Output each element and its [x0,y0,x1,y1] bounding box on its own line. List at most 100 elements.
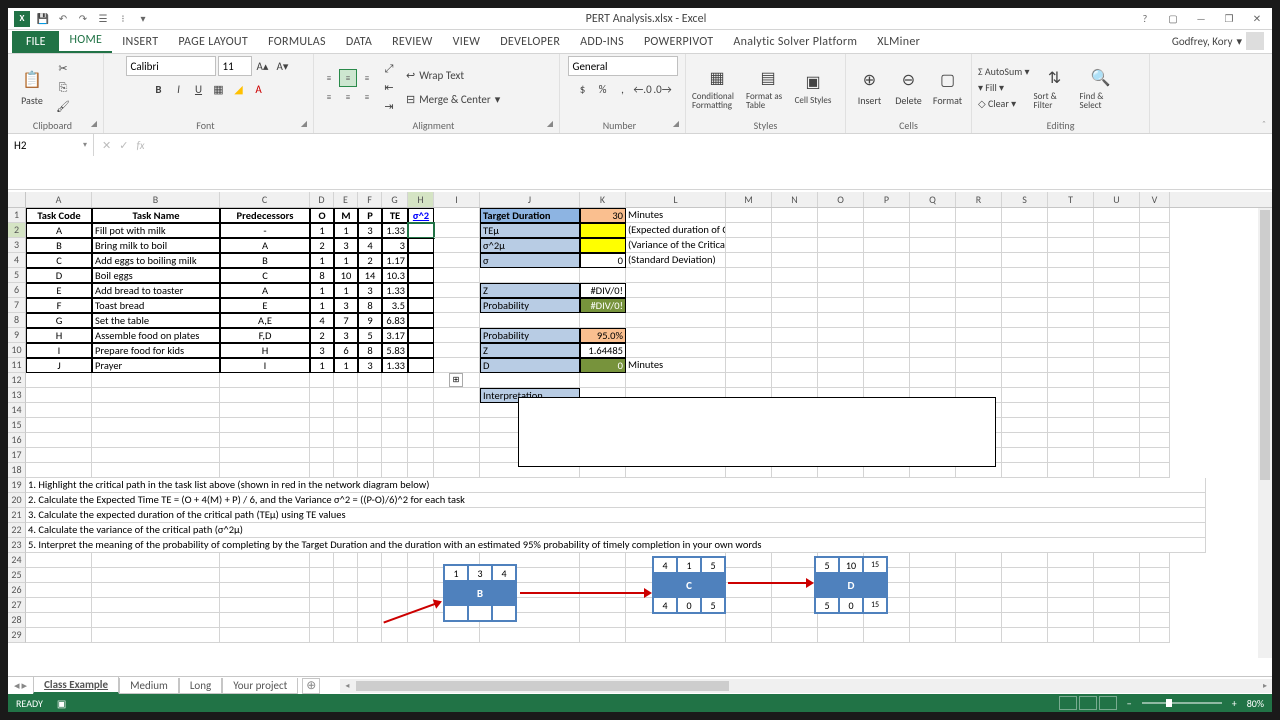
cell[interactable]: 0 [580,358,626,373]
cell[interactable] [26,628,92,643]
cell[interactable] [1140,418,1170,433]
cell[interactable] [772,283,818,298]
cell[interactable] [1048,253,1094,268]
tab-powerpivot[interactable]: POWERPIVOT [634,31,723,53]
column-header[interactable]: I [434,192,480,207]
cell[interactable]: 1. Highlight the critical path in the ta… [26,478,1206,493]
cell[interactable] [1048,208,1094,223]
cell[interactable] [772,553,818,568]
cell[interactable] [626,283,726,298]
cell[interactable] [434,343,480,358]
cell[interactable] [310,388,334,403]
column-header[interactable]: F [358,192,382,207]
cell[interactable] [434,283,480,298]
cell[interactable] [1140,298,1170,313]
minimize-icon[interactable]: — [1192,12,1210,26]
alignment-grid[interactable]: ≡≡≡ ≡≡≡ [320,69,376,106]
cell[interactable] [864,268,910,283]
cell[interactable] [1002,373,1048,388]
zoom-slider[interactable] [1142,702,1222,704]
italic-button[interactable]: I [170,80,188,98]
cell[interactable] [358,403,382,418]
cell[interactable] [726,598,772,613]
cell[interactable] [956,298,1002,313]
column-header[interactable]: J [480,192,580,207]
sort-filter-button[interactable]: ⇅Sort & Filter [1034,60,1076,116]
cell[interactable] [726,268,772,283]
cell[interactable] [772,328,818,343]
new-sheet-button[interactable]: ⊕ [302,678,320,694]
font-color-icon[interactable]: A [250,80,268,98]
cell[interactable]: 10.3 [382,268,408,283]
row-header[interactable]: 5 [8,268,26,283]
cell[interactable] [818,253,864,268]
cell[interactable] [772,313,818,328]
cell[interactable]: F [26,298,92,313]
row-header[interactable]: 6 [8,283,26,298]
cell[interactable]: Z [480,343,580,358]
cell[interactable] [1094,268,1140,283]
cell[interactable] [1094,373,1140,388]
cell[interactable] [358,553,382,568]
cell[interactable]: 1 [334,223,358,238]
cell[interactable] [1140,223,1170,238]
cell[interactable] [358,583,382,598]
cell[interactable] [726,553,772,568]
cell[interactable] [1002,628,1048,643]
cell[interactable] [334,598,358,613]
cell[interactable] [92,373,220,388]
cell[interactable] [334,418,358,433]
cell[interactable] [864,628,910,643]
cell[interactable]: E [26,283,92,298]
column-header[interactable]: C [220,192,310,207]
cell[interactable]: G [26,313,92,328]
zoom-level[interactable]: 80% [1247,697,1264,710]
cell[interactable] [26,403,92,418]
cell[interactable] [818,613,864,628]
cell[interactable] [434,298,480,313]
cell[interactable] [382,448,408,463]
cell[interactable] [1048,433,1094,448]
cell[interactable] [726,283,772,298]
cell[interactable] [726,583,772,598]
cell[interactable] [1048,223,1094,238]
cell[interactable]: Minutes [626,208,726,223]
cell[interactable] [772,613,818,628]
cell[interactable]: 30 [580,208,626,223]
cell-styles-button[interactable]: ▣Cell Styles [794,60,832,116]
cell[interactable] [1002,298,1048,313]
cell[interactable] [910,253,956,268]
cell[interactable] [772,373,818,388]
cell[interactable] [910,613,956,628]
cell[interactable] [910,328,956,343]
restore-icon[interactable]: ❐ [1220,12,1238,26]
cell[interactable] [956,373,1002,388]
cell[interactable]: Prayer [92,358,220,373]
decrease-decimal-icon[interactable]: .0→ [654,80,672,98]
column-header[interactable]: D [310,192,334,207]
cell[interactable]: 2 [358,253,382,268]
help-icon[interactable]: ? [1136,12,1154,26]
cell[interactable] [772,298,818,313]
cell[interactable] [92,628,220,643]
cell[interactable] [626,628,726,643]
column-header[interactable]: A [26,192,92,207]
cell[interactable] [956,583,1002,598]
cell[interactable] [580,223,626,238]
paste-button[interactable]: 📋Paste [14,60,50,116]
cell[interactable] [382,628,408,643]
cell[interactable]: Assemble food on plates [92,328,220,343]
undo-icon[interactable]: ↶ [56,12,70,26]
cell[interactable] [626,343,726,358]
cell[interactable] [1094,418,1140,433]
cell[interactable] [956,208,1002,223]
cell[interactable] [1002,553,1048,568]
cell[interactable] [818,328,864,343]
cell[interactable] [1002,448,1048,463]
cell[interactable] [1048,388,1094,403]
cell[interactable] [220,373,310,388]
cell[interactable] [434,463,480,478]
cell[interactable]: 3 [382,238,408,253]
column-header[interactable]: S [1002,192,1048,207]
cell[interactable] [310,628,334,643]
